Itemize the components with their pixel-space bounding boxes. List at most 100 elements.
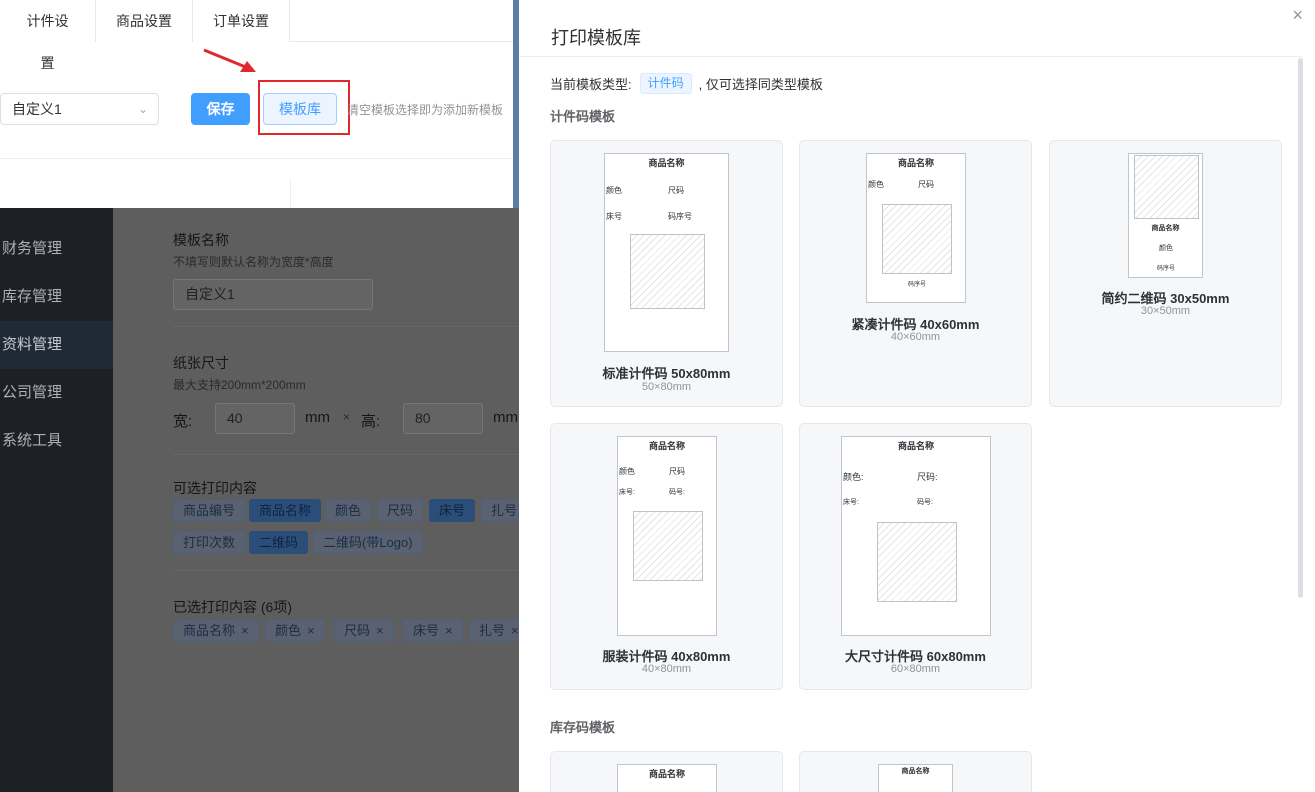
paper-size-hint: 最大支持200mm*200mm	[173, 378, 306, 392]
sidebar-item-tools[interactable]: 系统工具	[0, 417, 113, 465]
optional-tag[interactable]: 颜色	[325, 499, 372, 522]
tab-piece-settings[interactable]: 计件设置	[0, 0, 96, 71]
preview-field: 床号:	[619, 489, 635, 496]
template-size: 50×80mm	[641, 381, 692, 393]
preview-field: 床号	[606, 212, 622, 221]
sidebar-item-company[interactable]: 公司管理	[0, 369, 113, 417]
selected-tag-label: 颜色	[275, 623, 302, 638]
preview-field: 尺码:	[917, 472, 938, 482]
sidebar-item-data[interactable]: 资料管理	[0, 321, 113, 369]
close-icon[interactable]: ×	[1292, 5, 1303, 26]
height-input[interactable]: 80	[403, 403, 483, 434]
preview-title: 商品名称	[897, 441, 934, 451]
label-preview: 商品名称 颜色 尺码 码序号	[866, 153, 966, 303]
preview-field: 颜色	[606, 186, 622, 195]
optional-content-label: 可选打印内容	[173, 480, 257, 496]
preview-field: 码号:	[917, 499, 933, 506]
preview-title: 商品名称	[648, 441, 685, 451]
chevron-down-icon: ⌄	[137, 102, 148, 116]
optional-tag[interactable]: 打印次数	[173, 531, 246, 554]
preview-field: 颜色:	[843, 472, 864, 482]
close-icon[interactable]: ×	[376, 623, 384, 638]
current-type-note: , 仅可选择同类型模板	[698, 77, 823, 92]
preview-title: 商品名称	[648, 769, 685, 779]
template-name-label: 模板名称	[173, 232, 229, 248]
selected-tag: 商品名称 ×	[173, 619, 259, 642]
template-card[interactable]: 商品名称 颜色: 尺码: 床号: 码号: 大尺寸计件码 60x80mm 60×8…	[799, 423, 1032, 690]
close-icon[interactable]: ×	[307, 623, 315, 638]
preview-title: 商品名称	[648, 158, 685, 168]
preview-title: 商品名称	[897, 158, 934, 168]
preview-title: 商品名称	[901, 768, 930, 775]
close-icon[interactable]: ×	[445, 623, 453, 638]
preview-field: 码序号	[908, 282, 927, 288]
template-card[interactable]: 商品名称	[799, 751, 1032, 792]
preview-field: 尺码	[918, 180, 934, 189]
qr-code-icon	[630, 234, 705, 309]
current-type-row: 当前模板类型: 计件码 , 仅可选择同类型模板	[550, 73, 823, 94]
selected-tag-label: 扎号	[479, 623, 506, 638]
preview-field: 床号:	[843, 499, 859, 506]
sidebar-item-finance[interactable]: 财务管理	[0, 225, 113, 273]
qr-code-icon	[877, 522, 957, 602]
template-size: 40×80mm	[641, 663, 692, 675]
template-card[interactable]: 商品名称	[550, 751, 783, 792]
close-icon[interactable]: ×	[511, 623, 519, 638]
selected-tag: 尺码 ×	[334, 619, 394, 642]
tab-product-settings[interactable]: 商品设置	[96, 0, 193, 42]
template-name-input[interactable]: 自定义1	[173, 279, 373, 310]
group-title-piece: 计件码模板	[550, 109, 616, 124]
save-button[interactable]: 保存	[191, 93, 250, 125]
selected-tag: 颜色 ×	[265, 619, 325, 642]
template-card[interactable]: 商品名称 颜色 码序号 简约二维码 30x50mm 30×50mm	[1049, 140, 1282, 407]
preview-field: 尺码	[668, 186, 684, 195]
sidebar-item-inventory[interactable]: 库存管理	[0, 273, 113, 321]
label-preview: 商品名称 颜色 尺码 床号 码序号	[604, 153, 729, 352]
scrollbar[interactable]	[1298, 58, 1303, 598]
optional-tag[interactable]: 商品编号	[173, 499, 246, 522]
preview-field: 码序号	[1157, 266, 1176, 272]
template-form: 模板名称 不填写则默认名称为宽度*高度 自定义1 纸张尺寸 最大支持200mm*…	[113, 208, 529, 792]
template-select-value: 自定义1	[12, 101, 62, 117]
preview-field: 颜色	[619, 467, 635, 476]
optional-tag[interactable]: 二维码(带Logo)	[313, 531, 423, 554]
current-type-label: 当前模板类型:	[550, 77, 632, 92]
label-preview: 商品名称 颜色 尺码 床号: 码号:	[617, 436, 717, 636]
selected-content-label: 已选打印内容 (6项)	[173, 599, 292, 615]
template-library-button[interactable]: 模板库	[263, 93, 337, 125]
current-type-tag: 计件码	[639, 73, 692, 94]
close-icon[interactable]: ×	[241, 623, 249, 638]
width-unit: mm	[305, 409, 330, 426]
width-input[interactable]: 40	[215, 403, 295, 434]
height-label: 高:	[361, 413, 381, 430]
divider	[173, 326, 523, 327]
label-preview: 商品名称 颜色: 尺码: 床号: 码号:	[841, 436, 991, 636]
label-preview: 商品名称	[878, 764, 953, 792]
template-card[interactable]: 商品名称 颜色 尺码 码序号 紧凑计件码 40x60mm 40×60mm	[799, 140, 1032, 407]
selected-tag-label: 床号	[413, 623, 440, 638]
group-title-stock: 库存码模板	[550, 720, 616, 735]
divider	[173, 570, 523, 571]
template-select[interactable]: 自定义1 ⌄	[0, 93, 159, 125]
template-card[interactable]: 商品名称 颜色 尺码 床号 码序号 标准计件码 50x80mm 50×80mm	[550, 140, 783, 407]
preview-field: 尺码	[669, 467, 685, 476]
optional-tag[interactable]: 商品名称	[249, 499, 322, 522]
height-unit: mm	[493, 409, 518, 426]
qr-code-icon	[882, 204, 952, 274]
template-size: 60×80mm	[890, 663, 941, 675]
optional-tag[interactable]: 床号	[429, 499, 476, 522]
add-template-hint: 清空模板选择即为添加新模板	[347, 103, 504, 117]
tab-order-settings[interactable]: 订单设置	[193, 0, 290, 42]
label-preview: 商品名称 颜色 码序号	[1128, 153, 1203, 278]
times-sign: ×	[343, 410, 351, 424]
template-card[interactable]: 商品名称 颜色 尺码 床号: 码号: 服装计件码 40x80mm 40×80mm	[550, 423, 783, 690]
template-name-hint: 不填写则默认名称为宽度*高度	[173, 255, 334, 269]
template-library-drawer: 打印模板库 × 当前模板类型: 计件码 , 仅可选择同类型模板 计件码模板 商品…	[519, 0, 1315, 792]
optional-tag[interactable]: 二维码	[249, 531, 309, 554]
preview-field: 码序号	[668, 212, 692, 221]
label-preview: 商品名称	[617, 764, 717, 792]
divider	[519, 56, 1302, 57]
width-label: 宽:	[173, 413, 193, 430]
optional-tag[interactable]: 尺码	[377, 499, 424, 522]
red-arrow-icon	[203, 48, 256, 72]
